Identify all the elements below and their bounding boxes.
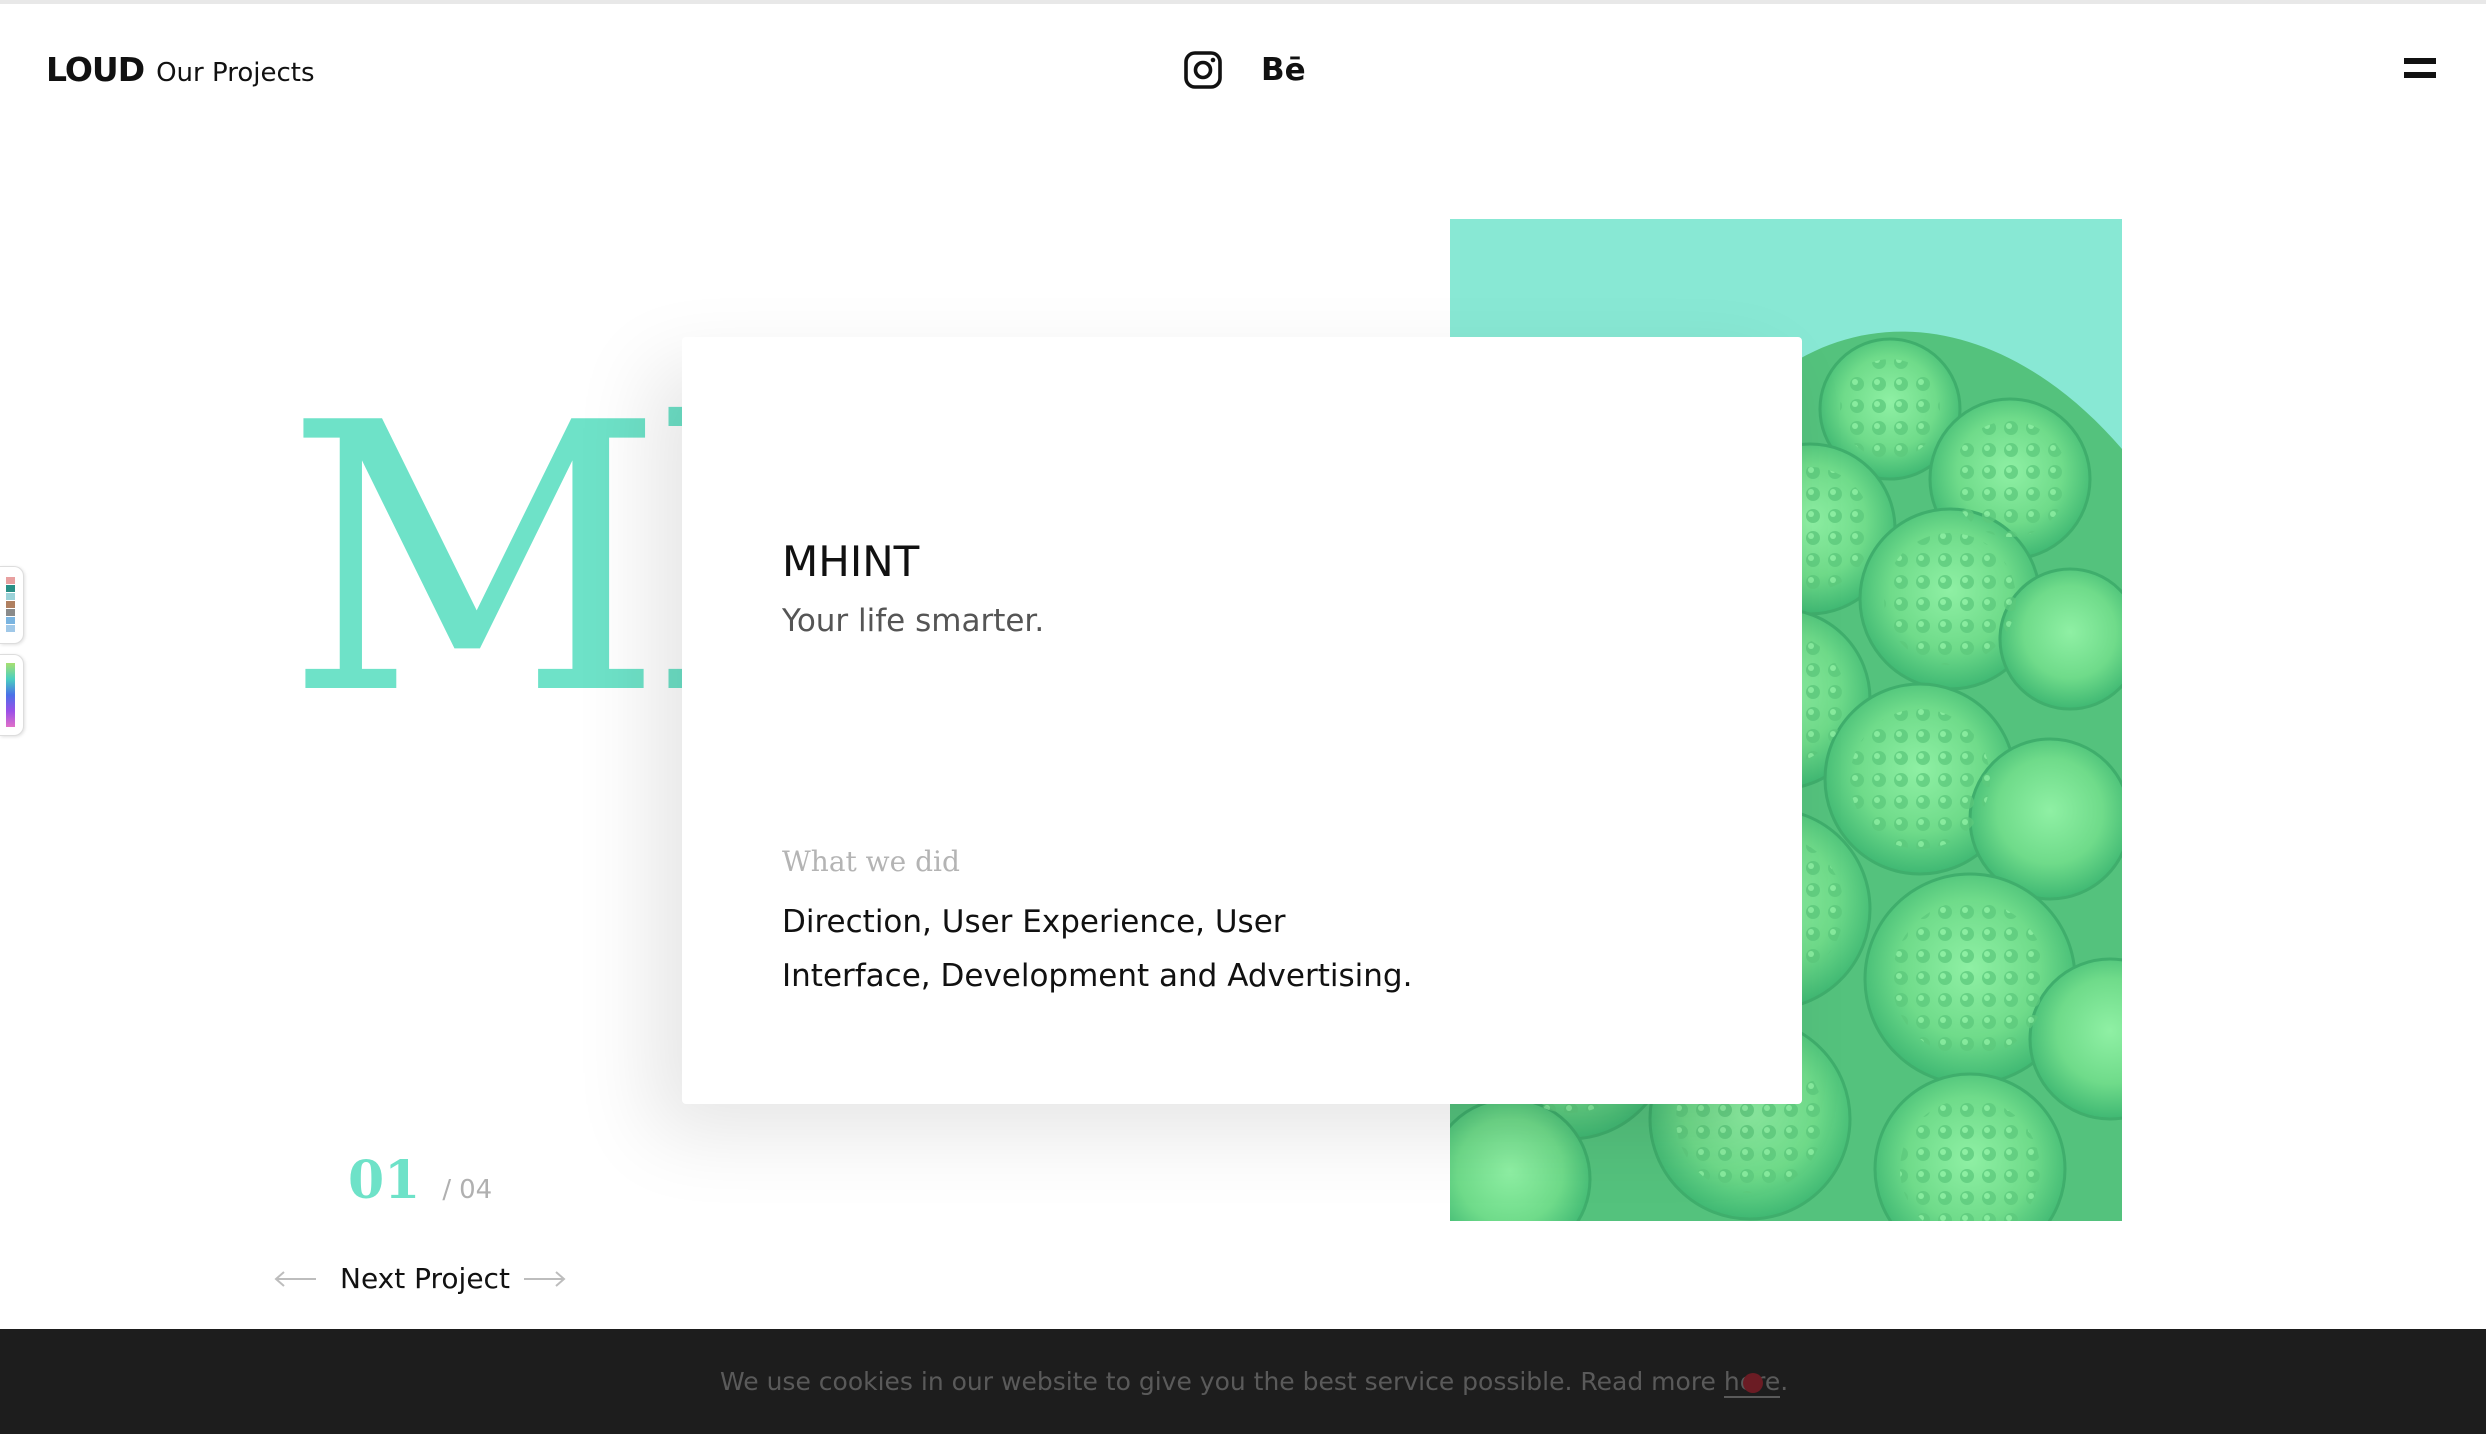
gradient-swatch	[6, 663, 15, 727]
brand: LOUD Our Projects	[46, 50, 315, 89]
swatch	[6, 609, 15, 616]
social-links: Bē	[1183, 50, 1306, 90]
swatch	[6, 601, 15, 608]
cookie-text: We use cookies in our website to give yo…	[720, 1367, 1724, 1396]
brand-logo[interactable]: LOUD	[46, 50, 145, 89]
next-project-link[interactable]: Next Project	[340, 1262, 510, 1295]
swatch	[6, 617, 15, 624]
counter-separator: /	[442, 1175, 452, 1205]
cookie-banner: We use cookies in our website to give yo…	[0, 1329, 2486, 1434]
menu-bar-top	[2404, 58, 2436, 64]
top-rule	[0, 0, 2486, 4]
arrow-left-icon[interactable]	[274, 1270, 318, 1287]
services-label: What we did	[782, 845, 960, 878]
project-tagline: Your life smarter.	[782, 603, 1045, 639]
swatch	[6, 585, 15, 592]
palette-tab[interactable]	[0, 566, 24, 644]
gradient-tab[interactable]	[0, 654, 24, 736]
side-color-widget[interactable]	[0, 566, 24, 736]
menu-bar-bottom	[2404, 72, 2436, 78]
instagram-icon[interactable]	[1183, 50, 1223, 90]
hamburger-icon[interactable]	[2404, 58, 2436, 80]
arrow-right-icon[interactable]	[522, 1270, 566, 1287]
project-card[interactable]: MHINT Your life smarter. What we did Dir…	[682, 337, 1802, 1104]
cookie-message: We use cookies in our website to give yo…	[720, 1367, 1789, 1398]
swatch	[6, 577, 15, 584]
project-navigation: Next Project	[274, 1262, 566, 1295]
behance-icon[interactable]: Bē	[1261, 50, 1306, 90]
services-list: Direction, User Experience, User Interfa…	[782, 904, 1413, 994]
counter-current: 01	[348, 1150, 421, 1211]
cookie-trailing: .	[1780, 1367, 1789, 1396]
project-title: MHINT	[782, 537, 920, 586]
counter-total: 04	[459, 1175, 493, 1205]
swatch	[6, 625, 15, 632]
project-counter: 01 / 04	[348, 1150, 492, 1211]
swatch	[6, 593, 15, 600]
our-projects-link[interactable]: Our Projects	[156, 58, 314, 88]
close-dot-icon[interactable]	[1743, 1373, 1763, 1393]
